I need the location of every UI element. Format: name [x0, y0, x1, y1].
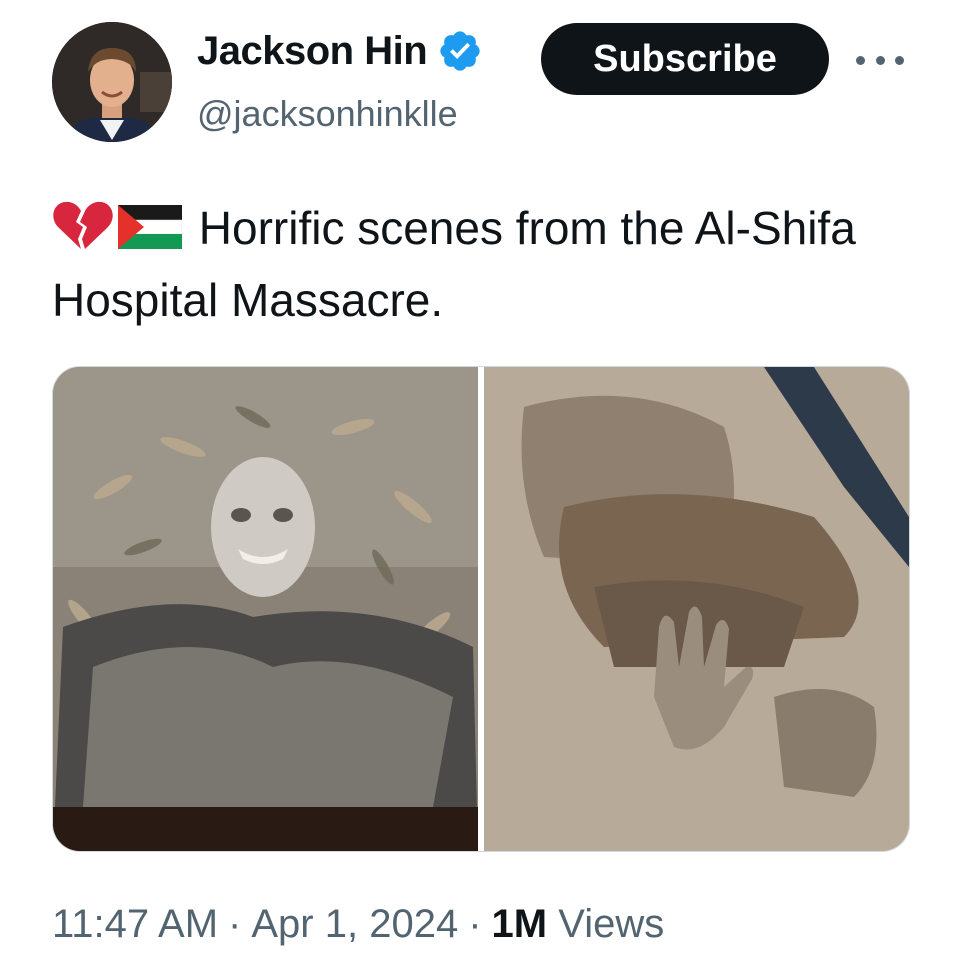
- more-icon[interactable]: [856, 40, 904, 80]
- views-count: 1M: [491, 902, 548, 946]
- profile-photo: [52, 22, 172, 142]
- subscribe-button[interactable]: Subscribe: [541, 23, 829, 95]
- palestine-flag-icon: [118, 205, 182, 249]
- media-grid[interactable]: [52, 366, 910, 852]
- author-name[interactable]: Jackson Hin: [197, 29, 427, 74]
- photo-2[interactable]: [484, 367, 909, 851]
- photo-1[interactable]: [53, 367, 478, 851]
- tweet-meta: 11:47 AM · Apr 1, 2024 · 1M Views: [52, 902, 664, 947]
- broken-heart-icon: [53, 201, 113, 249]
- verified-badge-icon: [440, 31, 480, 71]
- photo-1-image: [53, 367, 478, 851]
- photo-2-image: [484, 367, 909, 851]
- meta-separator: ·: [228, 902, 242, 946]
- views-label: Views: [558, 902, 665, 946]
- tweet-date[interactable]: Apr 1, 2024: [251, 902, 458, 946]
- tweet-time[interactable]: 11:47 AM: [52, 902, 218, 946]
- tweet-text: Horrific scenes from the Al-Shifa Hospit…: [52, 192, 912, 336]
- avatar[interactable]: [52, 22, 172, 142]
- meta-separator: ·: [468, 902, 482, 946]
- author-handle[interactable]: @jacksonhinklle: [197, 93, 458, 135]
